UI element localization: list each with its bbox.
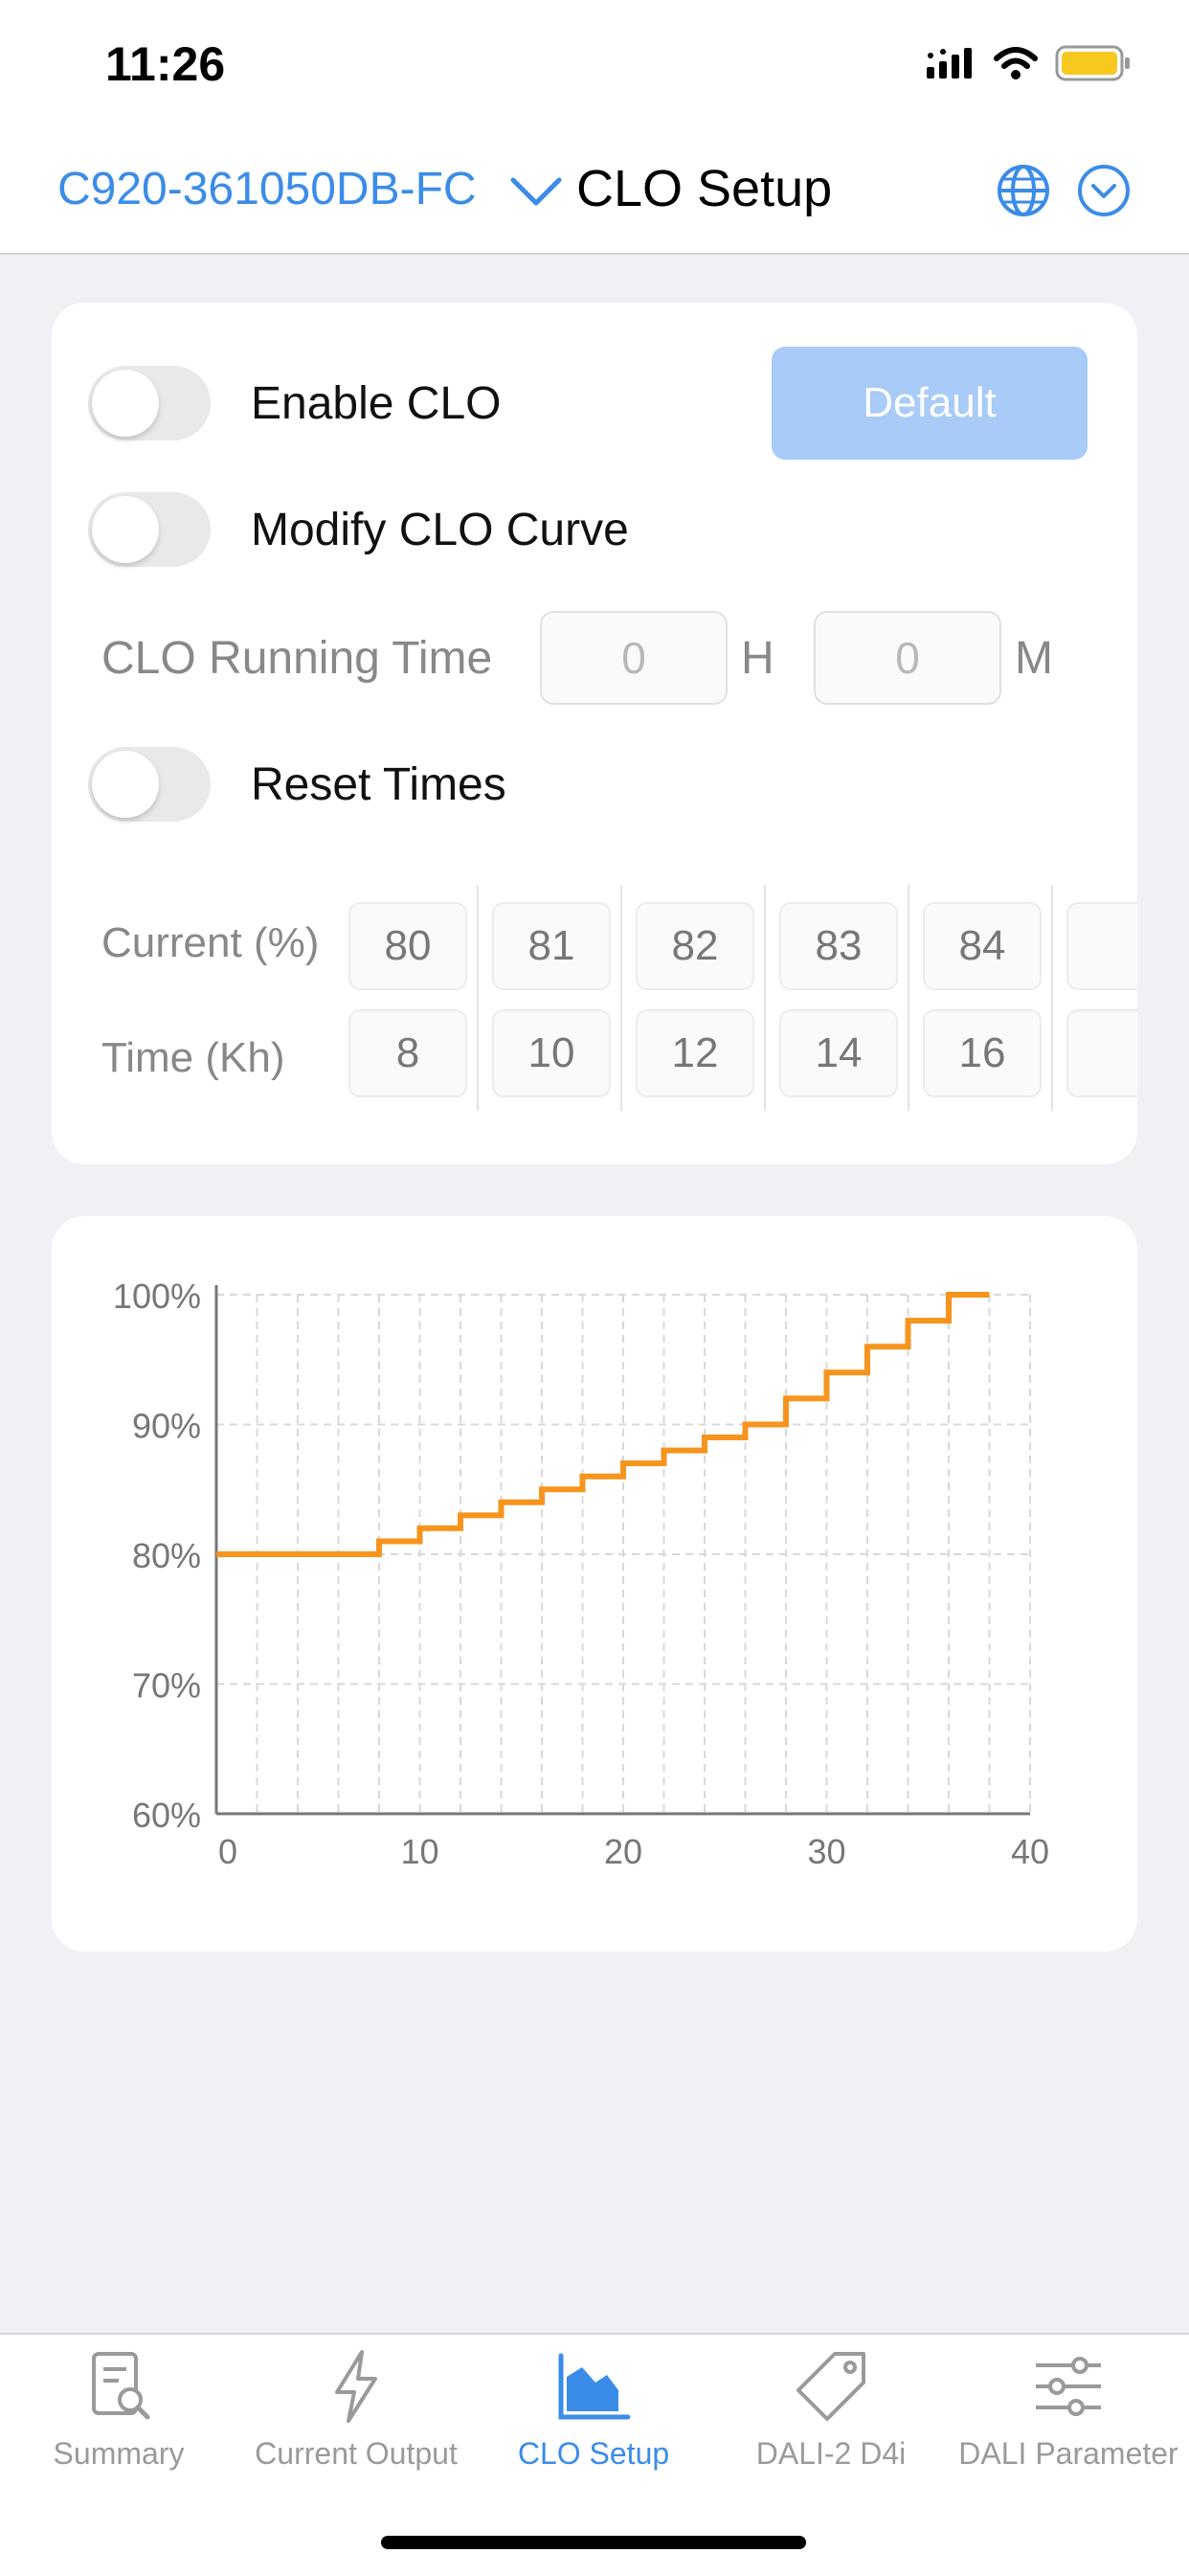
y-tick-label: 90% — [132, 1407, 201, 1446]
current-cell-partial[interactable] — [1066, 902, 1137, 990]
chart-trend-icon — [558, 2353, 631, 2420]
device-selector[interactable]: C920-361050DB-FC — [57, 163, 477, 215]
y-tick-label: 60% — [132, 1796, 201, 1835]
default-button[interactable]: Default — [772, 347, 1088, 460]
time-cell[interactable]: 12 — [636, 1009, 754, 1097]
tab-dali-parameter[interactable]: DALI Parameter — [950, 2348, 1187, 2501]
time-cell[interactable]: 8 — [348, 1009, 467, 1097]
current-cell[interactable]: 83 — [779, 902, 898, 990]
tab-label: Current Output — [255, 2436, 458, 2471]
x-tick-label: 0 — [218, 1832, 237, 1871]
time-cell[interactable]: 14 — [779, 1009, 898, 1097]
column-divider — [477, 885, 479, 1111]
modify-curve-label: Modify CLO Curve — [251, 505, 629, 555]
enable-clo-label: Enable CLO — [251, 378, 502, 429]
y-tick-label: 70% — [132, 1666, 201, 1706]
column-divider — [908, 885, 909, 1111]
status-bar: 11:26 — [0, 0, 1189, 134]
status-icons — [927, 42, 1132, 84]
toggle-knob — [92, 751, 159, 818]
time-cell[interactable]: 10 — [492, 1009, 611, 1097]
tab-label: CLO Setup — [517, 2436, 670, 2471]
y-tick-label: 80% — [132, 1536, 201, 1575]
current-cell[interactable]: 82 — [636, 902, 754, 990]
minutes-unit: M — [1015, 633, 1053, 684]
x-tick-label: 20 — [604, 1832, 642, 1871]
column-divider — [1051, 885, 1053, 1111]
modify-curve-toggle[interactable] — [88, 492, 211, 567]
wifi-icon — [994, 47, 1038, 79]
status-time: 11:26 — [105, 37, 226, 91]
time-cell-partial[interactable] — [1066, 1009, 1137, 1097]
x-tick-label: 30 — [807, 1832, 845, 1871]
chevron-down-icon[interactable] — [509, 174, 563, 209]
x-tick-label: 10 — [400, 1832, 438, 1871]
tab-clo-setup[interactable]: CLO Setup — [475, 2348, 712, 2501]
enable-clo-toggle[interactable] — [88, 366, 211, 441]
time-cell[interactable]: 16 — [923, 1009, 1042, 1097]
reset-times-toggle[interactable] — [88, 747, 211, 822]
clo-chart-card: 60% 70% 80% 90% 100% 0 10 20 30 40 — [52, 1216, 1137, 1952]
toggle-knob — [92, 496, 159, 563]
globe-icon[interactable] — [996, 163, 1051, 218]
home-indicator — [381, 2536, 806, 2549]
tab-summary[interactable]: Summary — [0, 2348, 237, 2501]
current-cell[interactable]: 84 — [923, 902, 1042, 990]
column-divider — [764, 885, 766, 1111]
tab-dali-d4i[interactable]: DALI-2 D4i — [712, 2348, 950, 2501]
sliders-icon — [1036, 2357, 1101, 2416]
tab-label: DALI Parameter — [958, 2436, 1178, 2471]
hours-input[interactable]: 0 — [540, 611, 728, 705]
reset-times-label: Reset Times — [251, 759, 506, 810]
current-row-label: Current (%) — [101, 919, 320, 966]
x-tick-label: 40 — [1011, 1832, 1049, 1871]
signal-icon — [927, 48, 972, 79]
tab-current-output[interactable]: Current Output — [237, 2348, 475, 2501]
navigation-bar: C920-361050DB-FC CLO Setup — [0, 134, 1189, 255]
minutes-input[interactable]: 0 — [814, 611, 1001, 705]
document-search-icon — [92, 2352, 150, 2420]
clo-curve-chart: 60% 70% 80% 90% 100% 0 10 20 30 40 — [113, 1277, 1049, 1871]
tag-icon — [796, 2352, 865, 2421]
tab-label: DALI-2 D4i — [755, 2436, 907, 2471]
y-tick-label: 100% — [113, 1277, 201, 1316]
circle-chevron-down-icon[interactable] — [1076, 163, 1132, 218]
current-cell[interactable]: 80 — [348, 902, 467, 990]
current-cell[interactable]: 81 — [492, 902, 611, 990]
lightning-icon — [335, 2350, 377, 2423]
time-row-label: Time (Kh) — [101, 1034, 285, 1081]
battery-icon — [1055, 45, 1130, 81]
hours-unit: H — [741, 633, 774, 684]
page-title: CLO Setup — [576, 160, 833, 217]
column-divider — [620, 885, 622, 1111]
tab-label: Summary — [53, 2436, 185, 2471]
clo-settings-card: Enable CLO Default Modify CLO Curve CLO … — [52, 303, 1137, 1164]
toggle-knob — [92, 370, 159, 437]
running-time-label: CLO Running Time — [101, 633, 493, 684]
